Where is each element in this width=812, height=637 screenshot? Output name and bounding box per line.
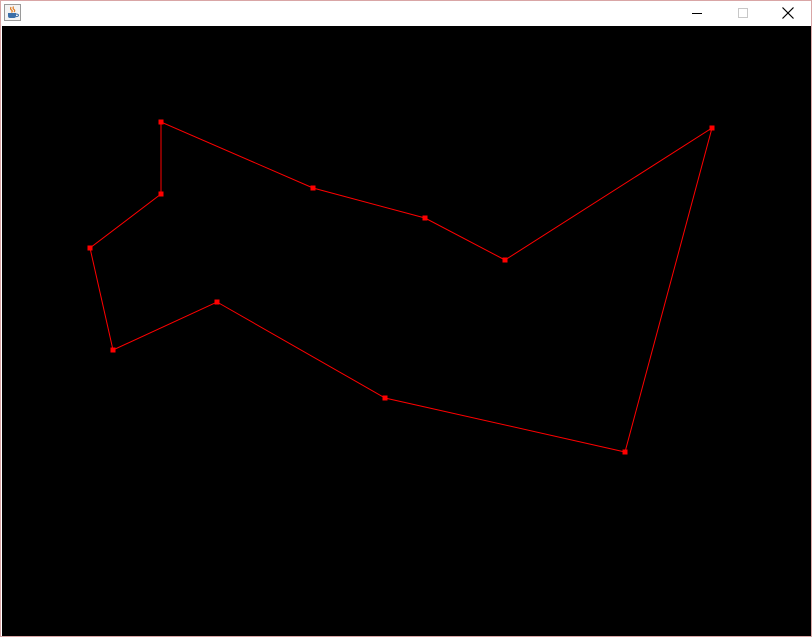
minimize-button[interactable]: [674, 1, 720, 25]
polygon-vertex-1[interactable]: [158, 119, 164, 125]
maximize-button[interactable]: [720, 1, 766, 25]
polygon-vertex-9[interactable]: [110, 347, 116, 353]
polygon-outline: [89, 121, 713, 453]
java-cup-icon[interactable]: [4, 4, 21, 21]
polygon-vertex-8[interactable]: [214, 299, 220, 305]
minimize-icon: [692, 13, 702, 14]
polygon-vertex-10[interactable]: [87, 245, 93, 251]
close-button[interactable]: [765, 1, 811, 25]
title-bar[interactable]: [1, 1, 811, 25]
polygon-drawing: [87, 119, 715, 455]
polygon-vertex-3[interactable]: [422, 215, 428, 221]
close-icon: [782, 7, 794, 19]
polygon-vertex-6[interactable]: [622, 449, 628, 455]
app-window: [0, 0, 812, 637]
polygon-vertex-2[interactable]: [310, 185, 316, 191]
polygon-vertex-4[interactable]: [502, 257, 508, 263]
polygon-vertex-5[interactable]: [709, 125, 715, 131]
maximize-icon: [738, 8, 748, 18]
drawing-canvas[interactable]: [2, 26, 811, 636]
polygon-vertex-7[interactable]: [382, 395, 388, 401]
polygon-vertex-11[interactable]: [158, 191, 164, 197]
